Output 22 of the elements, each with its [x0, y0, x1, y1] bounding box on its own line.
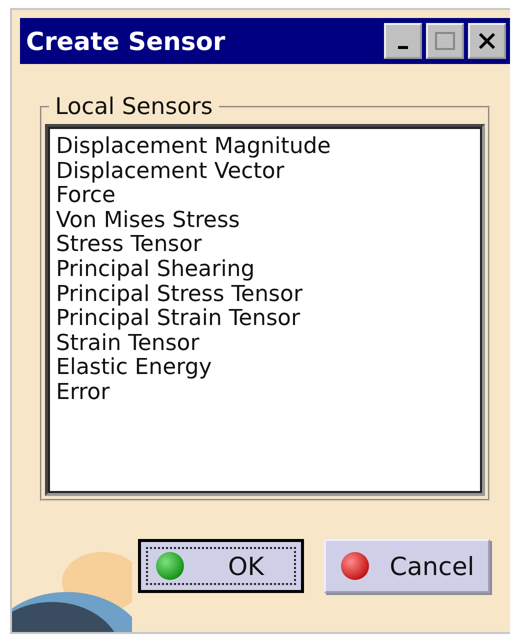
list-item[interactable]: Elastic Energy	[56, 356, 474, 381]
list-item[interactable]: Von Mises Stress	[56, 208, 474, 234]
window-title: Create Sensor	[26, 26, 226, 56]
list-item[interactable]: Stress Tensor	[56, 233, 474, 258]
list-item[interactable]: Strain Tensor	[56, 332, 474, 356]
cancel-button[interactable]: Cancel	[324, 539, 490, 593]
list-item[interactable]: Principal Stress Tensor	[56, 282, 474, 308]
list-item[interactable]: Displacement Vector	[56, 160, 474, 184]
list-item[interactable]: Displacement Magnitude	[56, 135, 474, 160]
list-item[interactable]: Principal Shearing	[56, 258, 474, 283]
ball-icon	[155, 551, 185, 581]
ok-button[interactable]: OK	[138, 539, 304, 593]
close-icon	[477, 31, 497, 51]
close-button[interactable]	[468, 23, 506, 59]
maximize-icon	[434, 31, 456, 51]
group-label: Local Sensors	[54, 94, 214, 120]
list-item[interactable]: Force	[56, 184, 474, 209]
minimize-icon	[398, 46, 408, 48]
minimize-button[interactable]	[384, 23, 422, 59]
list-item[interactable]: Principal Strain Tensor	[56, 307, 474, 332]
list-item[interactable]: Error	[56, 380, 474, 406]
ball-icon	[340, 551, 370, 581]
